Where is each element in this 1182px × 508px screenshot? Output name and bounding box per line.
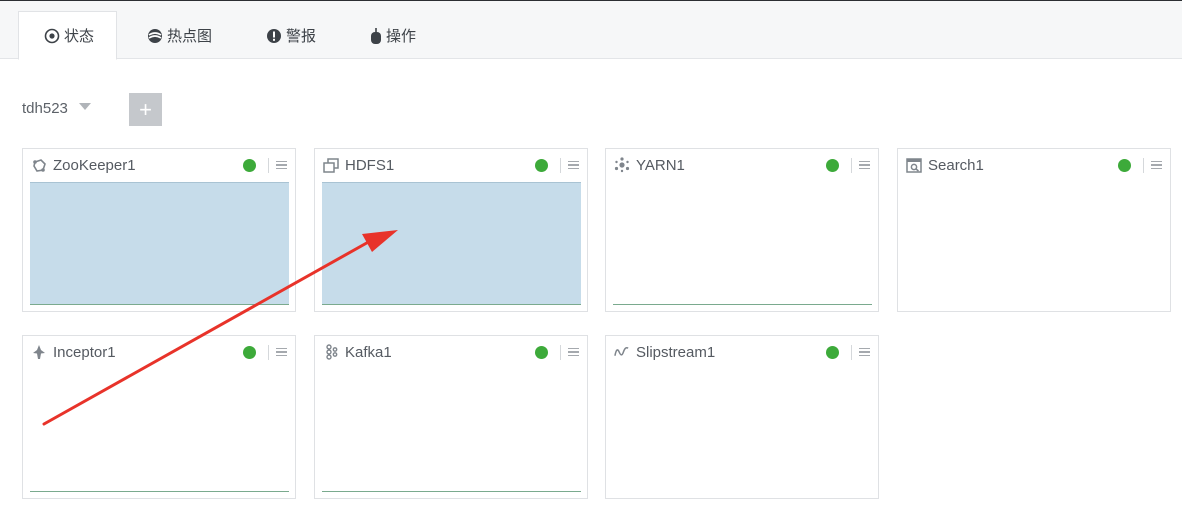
utilization-plot [30, 491, 289, 492]
service-name: Search1 [928, 156, 984, 174]
tab-alerts[interactable]: 警报 [266, 11, 316, 60]
status-indicator [1118, 158, 1131, 172]
kafka-icon [323, 344, 339, 360]
tab-status-label: 状态 [64, 28, 95, 45]
service-card-hdfs[interactable]: HDFS1 [314, 148, 588, 312]
menu-icon[interactable] [568, 347, 579, 357]
tab-status[interactable]: 状态 [18, 11, 117, 60]
utilization-plot [322, 182, 581, 305]
service-chart [30, 369, 289, 492]
menu-icon[interactable] [1151, 160, 1162, 170]
status-indicator [243, 158, 256, 172]
service-chart [30, 182, 289, 305]
tab-operations[interactable]: 操作 [370, 11, 416, 60]
divider [268, 344, 269, 360]
divider [268, 157, 269, 173]
menu-icon[interactable] [859, 160, 870, 170]
status-indicator [535, 345, 548, 359]
divider [560, 157, 561, 173]
service-card-inceptor[interactable]: Inceptor1 [22, 335, 296, 499]
service-chart [613, 182, 872, 305]
service-chart [905, 182, 1164, 305]
divider [560, 344, 561, 360]
service-chart [322, 369, 581, 492]
utilization-plot [322, 491, 581, 492]
inceptor-icon [31, 344, 47, 360]
tab-bar: 状态 热点图 警报 操作 [0, 0, 1182, 60]
chevron-down-icon [78, 103, 91, 110]
utilization-plot [613, 304, 872, 305]
service-name: HDFS1 [345, 156, 395, 174]
service-name: Inceptor1 [53, 343, 116, 361]
yarn-icon [614, 157, 630, 173]
service-card-zookeeper[interactable]: ZooKeeper1 [22, 148, 296, 312]
slipstream-icon [614, 344, 630, 360]
service-card-search[interactable]: Search1 [897, 148, 1171, 312]
utilization-area [30, 182, 289, 305]
divider [1143, 157, 1144, 173]
menu-icon[interactable] [276, 347, 287, 357]
mouse-icon [370, 27, 382, 45]
target-icon [44, 28, 60, 44]
tab-operations-label: 操作 [386, 28, 417, 45]
service-name: YARN1 [636, 156, 685, 174]
status-indicator [243, 345, 256, 359]
heatmap-icon [147, 28, 163, 44]
divider [851, 157, 852, 173]
status-indicator [535, 158, 548, 172]
menu-icon[interactable] [568, 160, 579, 170]
service-card-slipstream[interactable]: Slipstream1 [605, 335, 879, 499]
cluster-selector[interactable]: tdh523 [22, 100, 91, 117]
service-card-yarn[interactable]: YARN1 [605, 148, 879, 312]
add-service-button[interactable]: + [129, 93, 162, 126]
utilization-area [322, 182, 581, 305]
service-chart [613, 369, 872, 492]
divider [851, 344, 852, 360]
menu-icon[interactable] [859, 347, 870, 357]
hdfs-icon [323, 157, 339, 173]
service-name: Slipstream1 [636, 343, 716, 361]
status-indicator [826, 158, 839, 172]
service-name: Kafka1 [345, 343, 392, 361]
tab-alerts-label: 警报 [286, 28, 317, 45]
alert-icon [266, 28, 282, 44]
service-chart [322, 182, 581, 305]
zookeeper-icon [31, 157, 47, 173]
utilization-plot [30, 182, 289, 305]
tab-heatmap-label: 热点图 [167, 28, 213, 45]
cluster-name: tdh523 [22, 100, 68, 117]
tab-heatmap[interactable]: 热点图 [147, 11, 212, 60]
service-card-kafka[interactable]: Kafka1 [314, 335, 588, 499]
search-icon [906, 157, 922, 173]
menu-icon[interactable] [276, 160, 287, 170]
status-indicator [826, 345, 839, 359]
service-name: ZooKeeper1 [53, 156, 136, 174]
